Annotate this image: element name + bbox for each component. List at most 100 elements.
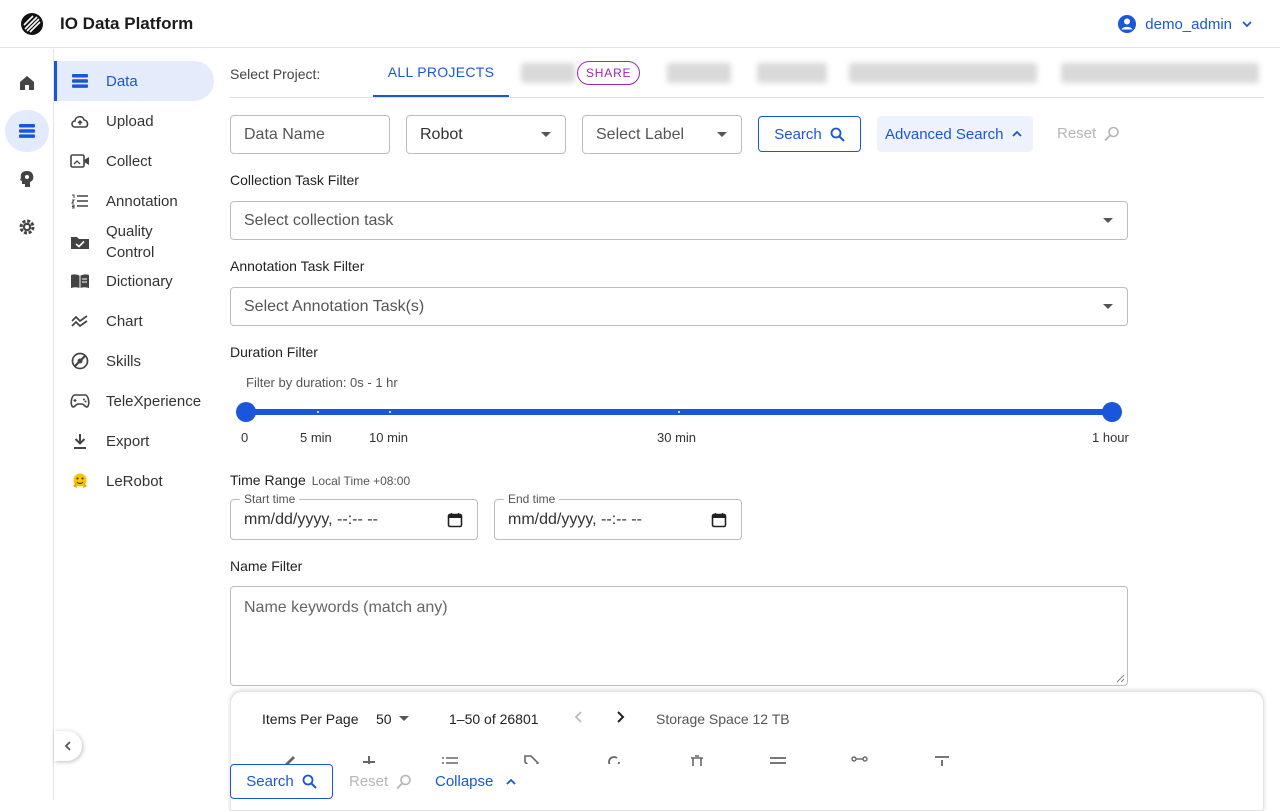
calendar-icon[interactable] — [711, 512, 727, 528]
tab-all-projects[interactable]: ALL PROJECTS — [373, 49, 509, 97]
sidebar-item-label: Export — [106, 432, 150, 450]
name-filter-label: Name Filter — [230, 558, 303, 574]
annotation-task-placeholder: Select Annotation Task(s) — [244, 297, 425, 315]
collection-task-select[interactable]: Select collection task — [230, 201, 1128, 240]
search-off-icon — [396, 774, 411, 789]
resize-handle-icon[interactable] — [1115, 673, 1125, 683]
search-off-icon — [1104, 126, 1119, 141]
next-page-button[interactable] — [614, 709, 626, 725]
icon-rail — [0, 49, 54, 800]
project-tab-redacted[interactable] — [849, 63, 1037, 83]
gear-icon — [19, 219, 35, 235]
align-top-icon[interactable] — [933, 754, 951, 766]
slider-mark-label: 1 hour — [1092, 430, 1129, 445]
sidebar-item-label: Data — [106, 72, 138, 90]
main-content: Select Project: ALL PROJECTS SHARE Data … — [230, 49, 1270, 811]
annotation-task-filter-label: Annotation Task Filter — [230, 258, 365, 274]
slider-mark-label: 10 min — [369, 430, 409, 445]
sidebar-item-skills[interactable]: Skills — [54, 341, 214, 381]
dropdown-arrow-icon — [541, 131, 551, 137]
brain-icon — [20, 171, 34, 187]
sidebar-item-export[interactable]: Export — [54, 421, 214, 461]
data-list-icon — [70, 71, 90, 91]
reset-button[interactable]: Reset — [1057, 125, 1120, 142]
search-button[interactable]: Search — [758, 116, 861, 152]
end-time-input[interactable]: End time mm/dd/yyyy, --:-- -- — [494, 492, 742, 540]
annotation-task-select[interactable]: Select Annotation Task(s) — [230, 287, 1128, 326]
slider-mark-label: 30 min — [657, 430, 697, 445]
chart-line-icon — [70, 311, 90, 331]
time-range-title: Time Range — [230, 472, 306, 488]
project-tab-redacted[interactable] — [521, 63, 575, 83]
sidebar-item-quality-control[interactable]: Quality Control — [54, 221, 214, 263]
rail-ai-button[interactable] — [5, 158, 49, 200]
rail-home-button[interactable] — [5, 62, 49, 104]
select-project-label: Select Project: — [230, 66, 321, 82]
label-select[interactable]: Select Label — [582, 115, 742, 154]
sidebar-item-label: Chart — [106, 312, 143, 330]
chevron-right-icon — [617, 711, 625, 723]
gamepad-icon — [70, 391, 90, 411]
storage-space: Storage Space 12 TB — [656, 711, 790, 727]
quality-check-icon — [70, 232, 90, 252]
items-per-page-value: 50 — [376, 711, 392, 727]
sidebar-item-upload[interactable]: Upload — [54, 101, 214, 141]
menu-icon[interactable] — [769, 754, 787, 766]
sidebar-item-label: Upload — [106, 112, 154, 130]
project-tab-redacted[interactable] — [667, 63, 731, 83]
data-name-input[interactable]: Data Name — [230, 115, 390, 154]
start-time-label: Start time — [240, 492, 300, 506]
search-icon — [302, 774, 317, 789]
duration-filter-label: Duration Filter — [230, 344, 318, 360]
advanced-search-toggle[interactable]: Advanced Search — [877, 116, 1033, 152]
reset-button-label: Reset — [1057, 125, 1097, 142]
name-filter-textarea[interactable]: Name keywords (match any) — [230, 586, 1128, 686]
video-icon — [70, 151, 90, 171]
delete-icon[interactable] — [689, 754, 705, 766]
rail-settings-button[interactable] — [5, 206, 49, 248]
collection-task-placeholder: Select collection task — [244, 211, 394, 229]
project-tab-redacted[interactable] — [1061, 63, 1259, 83]
advanced-search-button[interactable]: Search — [230, 764, 333, 799]
sidebar-item-dictionary[interactable]: Dictionary — [54, 261, 214, 301]
book-icon — [70, 271, 90, 291]
app-header: IO Data Platform demo_admin — [0, 0, 1280, 48]
previous-page-button[interactable] — [573, 709, 585, 725]
project-tab-redacted[interactable] — [757, 63, 827, 83]
collapse-advanced-button[interactable]: Collapse — [435, 773, 517, 790]
project-selector: Select Project: ALL PROJECTS SHARE — [230, 49, 1264, 98]
robot-select-value: Robot — [420, 125, 463, 143]
items-per-page-select[interactable]: 50 — [376, 711, 410, 727]
skills-icon — [70, 351, 90, 371]
slider-mark-dot — [317, 411, 319, 413]
workflow-icon[interactable] — [851, 754, 869, 766]
sidebar-item-collect[interactable]: Collect — [54, 141, 214, 181]
sidebar-item-data[interactable]: Data — [54, 61, 214, 101]
sidebar-item-lerobot[interactable]: LeRobot — [54, 461, 214, 501]
search-button-label: Search — [246, 773, 294, 790]
chevron-up-icon — [506, 778, 517, 785]
sidebar-item-chart[interactable]: Chart — [54, 301, 214, 341]
end-time-placeholder: mm/dd/yyyy, --:-- -- — [508, 510, 642, 528]
collapse-sidebar-button[interactable] — [54, 731, 82, 761]
chevron-left-icon — [574, 711, 582, 723]
rail-data-button[interactable] — [5, 110, 49, 152]
robot-select[interactable]: Robot — [406, 115, 566, 154]
items-per-page-label: Items Per Page — [262, 711, 359, 727]
advanced-reset-button[interactable]: Reset — [349, 773, 412, 790]
chevron-down-icon — [1242, 21, 1252, 28]
sidebar-item-annotation[interactable]: Annotation — [54, 181, 214, 221]
calendar-icon[interactable] — [447, 512, 463, 528]
dropdown-arrow-icon — [398, 716, 409, 721]
start-time-placeholder: mm/dd/yyyy, --:-- -- — [244, 510, 378, 528]
sidebar-item-telexperience[interactable]: TeleXperience — [54, 381, 214, 421]
duration-slider-min-thumb[interactable] — [236, 402, 256, 422]
user-menu[interactable]: demo_admin — [1117, 14, 1254, 34]
data-name-placeholder: Data Name — [244, 125, 325, 143]
slider-mark-label: 5 min — [300, 430, 332, 445]
advanced-actions: Search Reset Collapse — [230, 764, 630, 800]
duration-slider-max-thumb[interactable] — [1102, 402, 1122, 422]
sidebar-item-label: Skills — [106, 352, 142, 370]
sidebar-item-label: TeleXperience — [106, 392, 202, 410]
start-time-input[interactable]: Start time mm/dd/yyyy, --:-- -- — [230, 492, 478, 540]
